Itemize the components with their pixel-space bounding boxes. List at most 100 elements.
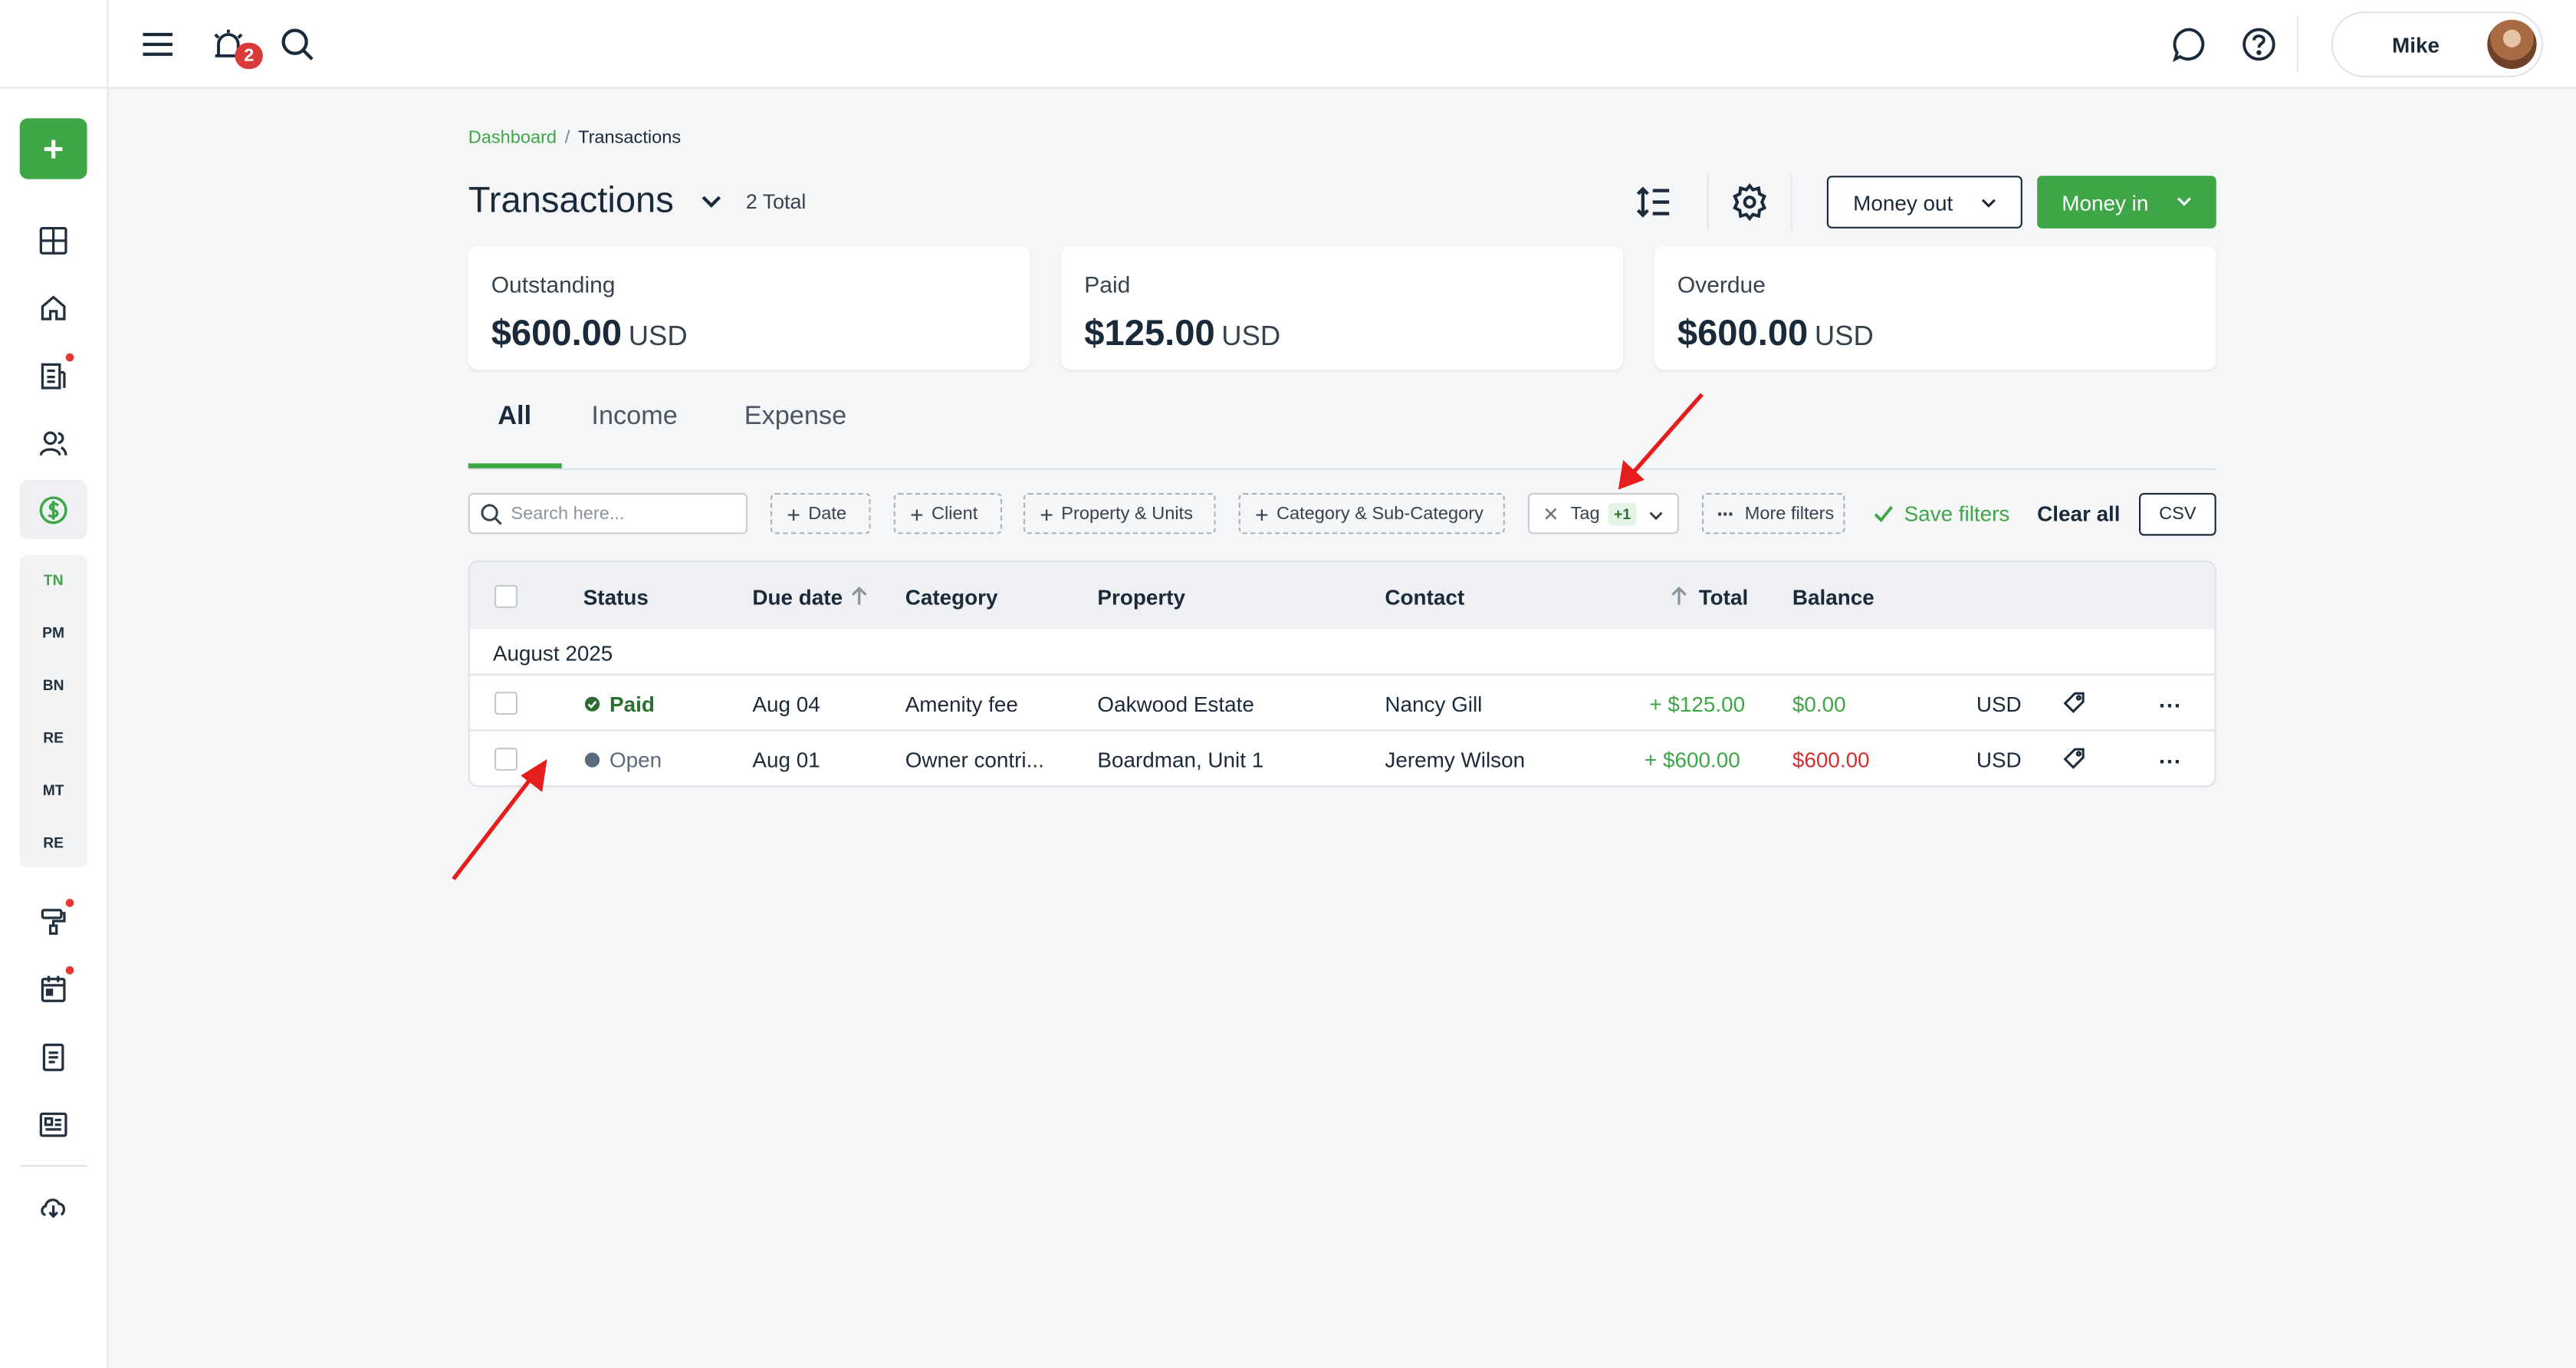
sort-list-icon[interactable]: [1635, 183, 1674, 222]
transactions-table: Status Due date Category Property Contac…: [468, 560, 2216, 788]
col-category[interactable]: Category: [905, 585, 998, 610]
paint-roller-icon[interactable]: [34, 902, 71, 938]
tag-label: Tag: [1570, 504, 1600, 525]
dashboard-grid-icon[interactable]: [34, 222, 71, 258]
filter-client[interactable]: + Client: [893, 492, 1003, 534]
filter-tag[interactable]: ✕ Tag +1: [1527, 492, 1679, 534]
user-menu[interactable]: Mike: [2331, 12, 2544, 77]
search-input[interactable]: [511, 499, 741, 529]
sidebar-divider: [0, 87, 109, 89]
submenu-item-re-2[interactable]: RE: [20, 835, 87, 851]
check-circle-icon: [584, 696, 600, 712]
due-date: Aug 01: [752, 747, 820, 773]
search-icon: [481, 504, 502, 525]
col-property[interactable]: Property: [1097, 585, 1185, 610]
more-filters-button[interactable]: ··· More filters: [1702, 492, 1845, 534]
card-label: Overdue: [1677, 271, 1766, 298]
submenu-item-mt[interactable]: MT: [20, 782, 87, 798]
card-amount: $600.00 USD: [491, 312, 688, 354]
group-label: August 2025: [492, 640, 613, 666]
header-divider: [1707, 174, 1709, 230]
reports-icon[interactable]: [34, 1106, 71, 1142]
col-contact[interactable]: Contact: [1385, 585, 1464, 610]
submenu-item-bn[interactable]: BN: [20, 677, 87, 693]
col-due-date[interactable]: Due date: [752, 585, 843, 610]
more-dots-icon: ···: [1717, 501, 1735, 526]
category: Amenity fee: [905, 692, 1018, 717]
chat-icon[interactable]: [2169, 23, 2212, 66]
add-button[interactable]: +: [19, 118, 87, 179]
gear-icon[interactable]: [1730, 183, 1769, 222]
title-chevron-down-icon[interactable]: [698, 187, 724, 213]
overdue-card[interactable]: Overdue $600.00 USD: [1654, 246, 2216, 370]
select-all-checkbox[interactable]: [495, 584, 518, 608]
submenu-item-tn[interactable]: TN: [20, 572, 87, 588]
people-icon[interactable]: [34, 424, 71, 460]
clear-all-button[interactable]: Clear all: [2037, 501, 2120, 526]
category: Owner contri...: [905, 747, 1044, 773]
breadcrumb-dashboard[interactable]: Dashboard: [468, 128, 557, 148]
col-status[interactable]: Status: [583, 585, 649, 610]
total-count: 2 Total: [745, 190, 807, 214]
submenu-item-pm[interactable]: PM: [20, 624, 87, 640]
row-checkbox[interactable]: [495, 692, 518, 715]
search-field[interactable]: [468, 492, 748, 534]
money-out-button[interactable]: Money out: [1826, 176, 2022, 229]
tab-all[interactable]: All: [498, 403, 531, 432]
tag-icon[interactable]: [2062, 746, 2086, 771]
avatar: [2487, 19, 2537, 69]
calendar-alert-dot: [65, 966, 74, 975]
save-filters-button[interactable]: Save filters: [1873, 501, 2009, 526]
check-icon: [1874, 505, 1893, 523]
user-name: Mike: [2392, 32, 2440, 58]
table-row[interactable]: Paid Aug 04 Amenity fee Oakwood Estate N…: [469, 676, 2215, 732]
search-icon[interactable]: [276, 23, 319, 66]
home-icon[interactable]: [34, 289, 71, 325]
close-icon[interactable]: ✕: [1543, 503, 1559, 526]
tag-icon[interactable]: [2062, 690, 2086, 715]
csv-export-button[interactable]: CSV: [2139, 492, 2216, 536]
dollar-icon[interactable]: [34, 492, 71, 528]
outstanding-card[interactable]: Outstanding $600.00 USD: [468, 246, 1030, 370]
status-badge: Open: [584, 748, 662, 772]
cloud-download-icon[interactable]: [34, 1188, 71, 1224]
due-date: Aug 04: [752, 692, 820, 717]
col-total[interactable]: Total: [1699, 585, 1748, 610]
notification-badge: 2: [235, 42, 263, 69]
building-icon[interactable]: [34, 357, 71, 393]
tab-expense[interactable]: Expense: [744, 403, 846, 432]
help-icon[interactable]: [2238, 23, 2281, 66]
sidebar: + TN PM BN RE MT RE: [0, 0, 109, 1368]
filter-date[interactable]: + Date: [770, 492, 871, 534]
plus-icon: +: [787, 501, 800, 528]
card-amount: $125.00 USD: [1084, 312, 1281, 354]
tab-income[interactable]: Income: [591, 403, 677, 432]
more-options-icon[interactable]: ···: [2159, 748, 2182, 774]
chevron-down-icon: [1981, 199, 1996, 208]
table-header: Status Due date Category Property Contac…: [469, 561, 2215, 630]
document-icon[interactable]: [34, 1038, 71, 1074]
more-options-icon[interactable]: ···: [2159, 692, 2182, 718]
filter-category[interactable]: + Category & Sub-Category: [1238, 492, 1505, 534]
topbar-divider: [2296, 16, 2298, 73]
sort-up-arrow-icon[interactable]: [849, 587, 869, 607]
col-balance[interactable]: Balance: [1792, 585, 1875, 610]
table-row[interactable]: Open Aug 01 Owner contri... Boardman, Un…: [470, 732, 2215, 786]
contact: Jeremy Wilson: [1385, 747, 1526, 773]
money-in-button[interactable]: Money in: [2037, 176, 2216, 229]
filter-property-units[interactable]: + Property & Units: [1024, 492, 1216, 534]
active-tab-underline: [468, 463, 562, 469]
plus-icon: +: [910, 501, 924, 528]
row-checkbox[interactable]: [495, 747, 518, 771]
menu-icon[interactable]: [136, 23, 179, 66]
paid-card[interactable]: Paid $125.00 USD: [1061, 246, 1624, 370]
breadcrumb: Dashboard / Transactions: [468, 128, 681, 148]
card-label: Paid: [1084, 271, 1131, 298]
submenu-item-re[interactable]: RE: [20, 729, 87, 745]
money-in-label: Money in: [2062, 189, 2149, 215]
page-title[interactable]: Transactions: [468, 179, 674, 222]
calendar-icon[interactable]: [34, 969, 71, 1005]
currency: USD: [1976, 692, 2022, 717]
breadcrumb-separator: /: [564, 128, 570, 148]
sort-up-arrow-icon[interactable]: [1669, 587, 1689, 607]
